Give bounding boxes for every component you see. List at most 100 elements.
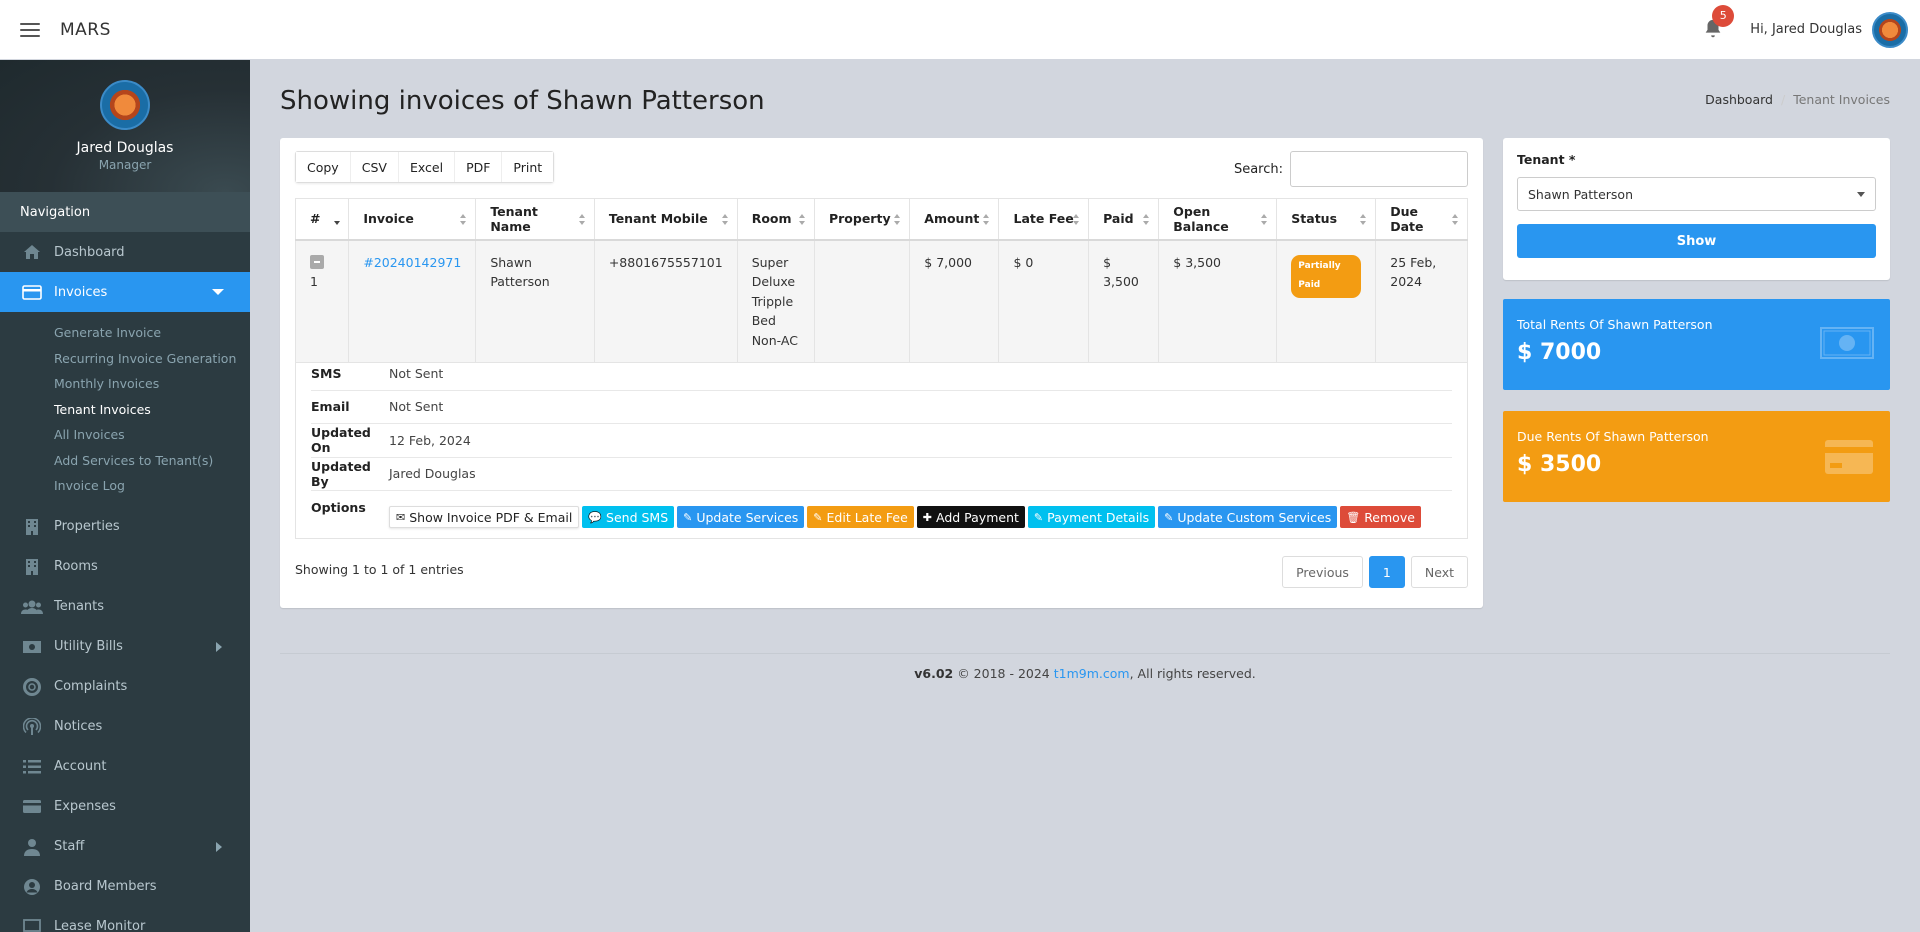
sidebar-item-properties[interactable]: Properties (0, 507, 250, 547)
monitor-icon (20, 918, 44, 932)
sidebar-item-notices[interactable]: Notices (0, 707, 250, 747)
send-sms-button[interactable]: 💬 Send SMS (582, 506, 675, 528)
submenu-item-recurring-invoice[interactable]: Recurring Invoice Generation (0, 346, 250, 372)
show-invoice-pdf-button[interactable]: ✉ Show Invoice PDF & Email (389, 506, 580, 528)
search-input[interactable] (1290, 151, 1468, 187)
col-header-paid[interactable]: Paid (1088, 198, 1160, 241)
col-header-late-fee[interactable]: Late Fee (998, 198, 1090, 241)
cell-property (813, 239, 911, 363)
invoice-link[interactable]: #20240142971 (363, 255, 461, 270)
footer-rights: , All rights reserved. (1129, 666, 1256, 681)
submenu-item-tenant-invoices[interactable]: Tenant Invoices (0, 397, 250, 423)
update-services-button[interactable]: ✎ Update Services (677, 506, 805, 528)
payment-details-button[interactable]: ✎ Payment Details (1027, 506, 1156, 528)
cell-paid: $ 3,500 (1088, 239, 1160, 363)
csv-button[interactable]: CSV (350, 152, 399, 182)
col-header-tenant-name[interactable]: Tenant Name (475, 198, 595, 241)
col-header-tenant-mobile[interactable]: Tenant Mobile (593, 198, 738, 241)
col-header-amount[interactable]: Amount (909, 198, 1000, 241)
sidebar-item-lease-monitor[interactable]: Lease Monitor (0, 907, 250, 932)
pdf-button[interactable]: PDF (455, 152, 503, 182)
col-header-property[interactable]: Property (813, 198, 911, 241)
footer-link[interactable]: t1m9m.com (1054, 666, 1130, 681)
invoices-box: Copy CSV Excel PDF Print Search: # Invoi… (280, 138, 1483, 608)
user-circle-icon (20, 878, 44, 896)
footer-copyright: © 2018 - 2024 (957, 666, 1050, 681)
submenu-item-add-services[interactable]: Add Services to Tenant(s) (0, 448, 250, 474)
sidebar-item-label: Notices (54, 719, 103, 734)
collapse-row-icon[interactable] (310, 254, 324, 269)
sidebar-item-complaints[interactable]: Complaints (0, 667, 250, 707)
edit-late-fee-button[interactable]: ✎ Edit Late Fee (807, 506, 914, 528)
credit-card-icon (20, 283, 44, 301)
notification-count-badge: 5 (1712, 4, 1735, 27)
detail-row-email: Email Not Sent (311, 391, 1452, 424)
sidebar-item-rooms[interactable]: Rooms (0, 547, 250, 587)
cell-due-date: 25 Feb, 2024 (1375, 239, 1468, 363)
cell-tenant-mobile: +8801675557101 (593, 239, 738, 363)
broadcast-icon (20, 717, 44, 736)
brand-name[interactable]: MARS (60, 20, 111, 40)
detail-label: Updated On (311, 425, 371, 456)
notifications-bell-icon[interactable]: 5 (1702, 4, 1735, 42)
user-avatar[interactable] (1872, 11, 1908, 48)
sidebar-item-label: Account (54, 759, 107, 774)
top-navbar: MARS 5 Hi, Jared Douglas (0, 0, 1920, 60)
update-custom-services-button[interactable]: ✎ Update Custom Services (1158, 506, 1338, 528)
tenant-select-value: Shawn Patterson (1528, 186, 1633, 202)
sidebar-item-staff[interactable]: Staff (0, 827, 250, 867)
col-header-invoice[interactable]: Invoice (348, 198, 477, 241)
sidebar-item-account[interactable]: Account (0, 747, 250, 787)
sidebar-item-label: Dashboard (54, 244, 125, 260)
sort-icon (983, 214, 990, 225)
remove-button[interactable]: 🗑 Remove (1340, 506, 1421, 528)
page-1-button[interactable]: 1 (1368, 556, 1405, 588)
submenu-item-generate-invoice[interactable]: Generate Invoice (0, 320, 250, 346)
sidebar-item-expenses[interactable]: Expenses (0, 787, 250, 827)
tenant-select[interactable]: Shawn Patterson (1517, 177, 1876, 211)
add-payment-button[interactable]: ✚ Add Payment (916, 506, 1025, 528)
building-icon (20, 558, 44, 576)
chevron-right-icon (216, 841, 222, 852)
cell-open-balance: $ 3,500 (1158, 239, 1278, 363)
breadcrumb-dashboard[interactable]: Dashboard (1705, 92, 1773, 107)
user-greeting[interactable]: Hi, Jared Douglas (1750, 22, 1862, 37)
cell-status: Partially Paid (1276, 239, 1377, 363)
sidebar-item-invoices[interactable]: Invoices (0, 272, 250, 312)
tenant-filter-box: Tenant * Shawn Patterson Show (1503, 138, 1890, 280)
previous-page-button[interactable]: Previous (1282, 556, 1363, 588)
detail-row-options: Options ✉ Show Invoice PDF & Email 💬 Send … (311, 491, 1452, 537)
submenu-item-monthly-invoices[interactable]: Monthly Invoices (0, 371, 250, 397)
sort-desc-icon (334, 221, 341, 225)
invoice-details: SMS Not Sent Email Not Sent Updated On 1… (295, 357, 1468, 539)
submenu-item-all-invoices[interactable]: All Invoices (0, 422, 250, 448)
sidebar-item-label: Utility Bills (54, 639, 123, 654)
pagination: Previous 1 Next (1276, 556, 1468, 588)
sort-icon (1261, 214, 1268, 225)
next-page-button[interactable]: Next (1410, 556, 1468, 588)
search-label: Search: (1233, 161, 1283, 177)
sidebar-item-dashboard[interactable]: Dashboard (0, 232, 250, 272)
detail-row-updated-by: Updated By Jared Douglas (311, 458, 1452, 491)
col-header-number[interactable]: # (294, 198, 350, 241)
table-search: Search: (1234, 151, 1468, 187)
col-header-open-balance[interactable]: Open Balance (1158, 198, 1278, 241)
life-ring-icon (20, 677, 44, 696)
col-header-status[interactable]: Status (1276, 198, 1377, 241)
col-header-room[interactable]: Room (736, 198, 815, 241)
copy-button[interactable]: Copy (296, 152, 351, 182)
sidebar-item-label: Properties (54, 519, 120, 534)
credit-card-icon (20, 798, 44, 816)
menu-toggle-icon[interactable] (20, 22, 40, 37)
submenu-item-invoice-log[interactable]: Invoice Log (0, 473, 250, 499)
sidebar-item-board-members[interactable]: Board Members (0, 867, 250, 907)
detail-row-sms: SMS Not Sent (311, 357, 1452, 391)
print-button[interactable]: Print (502, 152, 554, 182)
sidebar-item-label: Lease Monitor (54, 919, 146, 932)
show-button[interactable]: Show (1517, 224, 1876, 258)
sidebar-item-utility-bills[interactable]: Utility Bills (0, 627, 250, 667)
sidebar-item-tenants[interactable]: Tenants (0, 587, 250, 627)
excel-button[interactable]: Excel (398, 152, 456, 182)
col-header-due-date[interactable]: Due Date (1375, 198, 1468, 241)
edit-icon: ✎ (813, 510, 823, 524)
